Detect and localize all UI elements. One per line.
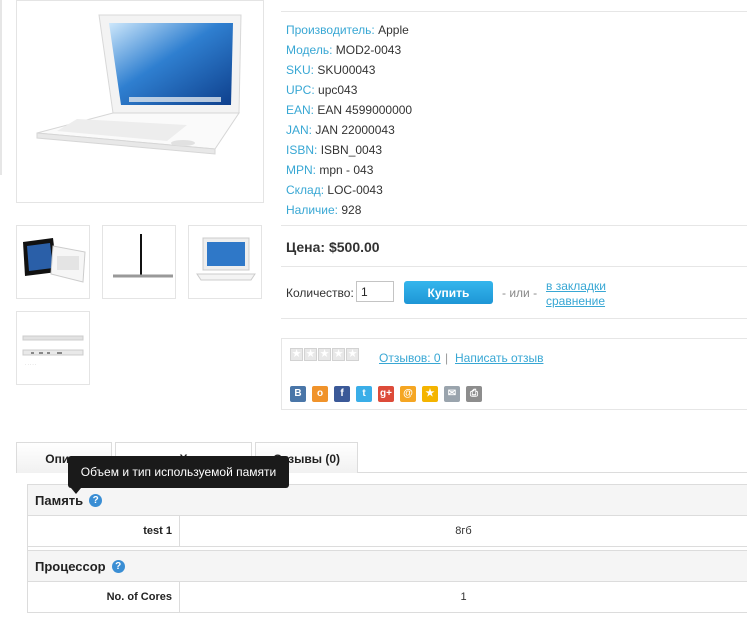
rating-separator: | xyxy=(445,351,449,365)
specifications-table: Память ? test 1 8гб Процессор ? No. of C… xyxy=(27,484,747,613)
or-separator: - или - xyxy=(502,286,538,300)
attr-value: MOD2-0043 xyxy=(335,43,402,57)
attr-model: Модель: MOD2-0043 xyxy=(286,40,586,60)
attr-key: Склад: xyxy=(286,183,325,197)
spec-value: 1 xyxy=(460,591,467,603)
attr-key: Модель: xyxy=(286,43,333,57)
favorites-star-icon[interactable]: ★ xyxy=(422,386,438,402)
quantity-label: Количество: xyxy=(286,286,354,300)
print-icon[interactable]: ⎙ xyxy=(466,386,482,402)
laptop-image xyxy=(36,14,242,155)
attr-stock: Наличие: 928 xyxy=(286,200,586,220)
attr-key: ISBN: xyxy=(286,143,318,157)
twitter-icon[interactable]: t xyxy=(356,386,372,402)
attr-manufacturer: Производитель: Apple xyxy=(286,20,586,40)
spec-group-header: Память ? xyxy=(27,484,747,516)
attr-value: 928 xyxy=(341,203,362,217)
attr-key[interactable]: Производитель: xyxy=(286,23,375,37)
attr-key: JAN: xyxy=(286,123,313,137)
facebook-icon[interactable]: f xyxy=(334,386,350,402)
thumbnail-4[interactable]: · · · · · xyxy=(16,311,90,385)
attr-value: LOC-0043 xyxy=(327,183,383,197)
tooltip: Объем и тип используемой памяти xyxy=(68,456,289,488)
reviews-count-link[interactable]: Отзывов: 0 xyxy=(379,351,441,365)
add-to-wishlist-link[interactable]: в закладки xyxy=(546,279,606,293)
rating-star-icon: ★ xyxy=(304,348,317,361)
rating-star-icon: ★ xyxy=(290,348,303,361)
attr-value: SKU00043 xyxy=(317,63,376,77)
table-row: test 1 8гб xyxy=(27,516,747,547)
tooltip-arrow xyxy=(71,488,81,494)
share-buttons: Bо f t g+ @ ★ ✉ ⎙ xyxy=(290,386,482,402)
divider xyxy=(281,266,747,267)
rating-star-icon: ★ xyxy=(346,348,359,361)
spec-name: test 1 xyxy=(27,516,180,546)
google-plus-icon[interactable]: g+ xyxy=(378,386,394,402)
attr-value: upc043 xyxy=(318,83,358,97)
attr-key: UPC: xyxy=(286,83,315,97)
help-icon[interactable]: ? xyxy=(89,493,103,507)
attr-isbn: ISBN: ISBN_0043 xyxy=(286,140,586,160)
rating-stars: ★ ★ ★ ★ ★ xyxy=(290,348,359,361)
attr-jan: JAN: JAN 22000043 xyxy=(286,120,586,140)
attr-location: Склад: LOC-0043 xyxy=(286,180,586,200)
rating-star-icon: ★ xyxy=(332,348,345,361)
thumbnail-2[interactable] xyxy=(102,225,176,299)
svg-text:· · · · ·: · · · · · xyxy=(25,362,36,367)
product-attributes: Производитель: Apple Модель: MOD2-0043 S… xyxy=(286,20,586,220)
rating-star-icon: ★ xyxy=(318,348,331,361)
spec-group-title: Процессор xyxy=(35,558,106,574)
thumbnail-1[interactable] xyxy=(16,225,90,299)
spec-name: No. of Cores xyxy=(27,582,180,612)
attr-sku: SKU: SKU00043 xyxy=(286,60,586,80)
attr-upc: UPC: upc043 xyxy=(286,80,586,100)
product-main-image[interactable] xyxy=(16,0,264,203)
spec-group-title: Память xyxy=(35,492,84,508)
mailru-icon[interactable]: @ xyxy=(400,386,416,402)
product-price: Цена: $500.00 xyxy=(286,239,380,255)
divider xyxy=(281,225,747,226)
quantity-input[interactable] xyxy=(356,281,394,302)
vkontakte-icon[interactable]: B xyxy=(290,386,306,402)
attr-key: EAN: xyxy=(286,103,315,117)
attr-value: Apple xyxy=(378,23,409,37)
table-border-left xyxy=(27,484,28,612)
thumbnail-3[interactable] xyxy=(188,225,262,299)
spec-group-header: Процессор ? xyxy=(27,550,747,582)
attr-ean: EAN: EAN 4599000000 xyxy=(286,100,586,120)
page-left-border xyxy=(0,0,2,175)
thumbnail-laptop-ports-icon: · · · · · xyxy=(22,335,84,367)
odnoklassniki-icon[interactable]: о xyxy=(312,386,328,402)
attr-key: Наличие: xyxy=(286,203,339,217)
thumbnail-laptop-open-icon xyxy=(23,238,86,283)
add-to-compare-link[interactable]: сравнение xyxy=(546,294,605,308)
attr-value: ISBN_0043 xyxy=(320,143,383,157)
table-row: No. of Cores 1 xyxy=(27,582,747,613)
thumbnail-laptop-side-icon xyxy=(113,234,173,278)
help-icon[interactable]: ? xyxy=(111,559,125,573)
spec-value: 8гб xyxy=(455,525,472,537)
divider xyxy=(281,11,747,12)
attr-value: mpn - 043 xyxy=(319,163,374,177)
attr-value: EAN 4599000000 xyxy=(317,103,413,117)
divider xyxy=(281,318,747,319)
attr-value: JAN 22000043 xyxy=(315,123,395,137)
attr-key: MPN: xyxy=(286,163,316,177)
attr-key: SKU: xyxy=(286,63,315,77)
buy-button[interactable]: Купить xyxy=(404,281,493,304)
write-review-link[interactable]: Написать отзыв xyxy=(455,351,543,365)
email-icon[interactable]: ✉ xyxy=(444,386,460,402)
attr-mpn: MPN: mpn - 043 xyxy=(286,160,586,180)
thumbnail-laptop-front-icon xyxy=(196,237,256,281)
